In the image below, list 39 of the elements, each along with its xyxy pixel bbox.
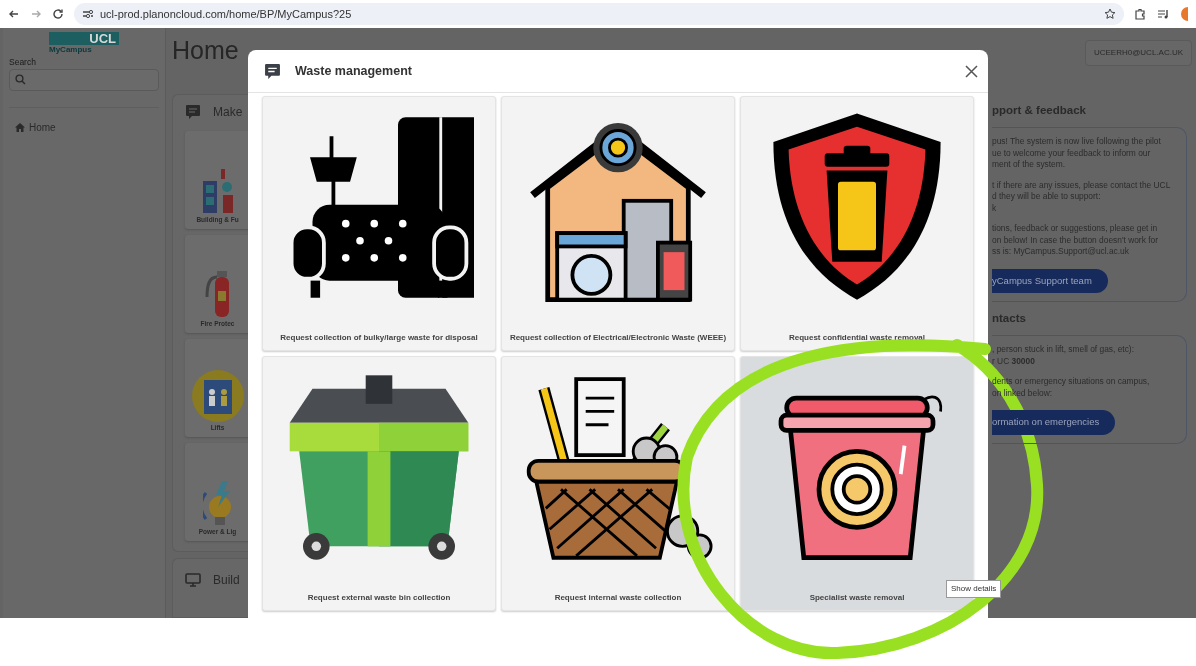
media-icon[interactable] (1157, 8, 1170, 20)
chat-icon (264, 62, 281, 80)
waste-service-tile[interactable]: Request collection of bulky/large waste for disposal (262, 96, 496, 351)
panel-title: pport & feedback (992, 103, 1087, 118)
home-icon (15, 122, 25, 132)
chat-icon (185, 104, 201, 120)
waste-service-tile[interactable]: Request internal waste collection (501, 356, 735, 611)
profile-avatar-icon[interactable] (1180, 6, 1188, 22)
extensions-icon[interactable] (1134, 7, 1147, 21)
close-icon[interactable] (965, 64, 978, 78)
tile-label: Request external waste bin collection (307, 592, 451, 604)
tile-label: Request internal waste collection (554, 592, 682, 604)
waste-service-tile[interactable]: Request external waste bin collection (262, 356, 496, 611)
tile-label: Request collection of bulky/large waste for disposal (280, 332, 478, 344)
tile-label: Request collection of Electrical/Electronic Waste (WEEE) (509, 332, 727, 344)
back-icon[interactable] (8, 8, 20, 20)
lift-icon (190, 369, 245, 424)
search-label: Search (9, 56, 37, 69)
extinguisher-icon (204, 269, 231, 320)
tile-label: Specialist waste removal (809, 592, 905, 604)
logo: UCL (49, 32, 119, 45)
modal-title: Waste management (295, 62, 413, 80)
emergency-info-button[interactable]: ormation on emergencies (992, 410, 1116, 435)
logo-subtitle: MyCampus (49, 45, 93, 54)
panel-title: Build (213, 572, 240, 589)
waste-service-tile[interactable]: Request collection of Electrical/Electronic Waste (WEEE) (501, 96, 735, 351)
monitor-icon (185, 572, 201, 588)
tooltip: Show details (946, 580, 1002, 598)
site-settings-icon[interactable] (82, 9, 94, 19)
page-title: Home (172, 35, 239, 66)
bulb-icon (202, 479, 233, 528)
search-icon (15, 74, 26, 86)
panel-title: ntacts (992, 311, 1027, 326)
contact-support-button[interactable]: yCampus Support team (992, 268, 1108, 293)
reload-icon[interactable] (52, 8, 64, 20)
search-field[interactable] (9, 68, 159, 91)
panel-title: Make (213, 104, 243, 121)
bookmark-star-icon[interactable] (1104, 8, 1116, 20)
building-icon (200, 167, 235, 216)
